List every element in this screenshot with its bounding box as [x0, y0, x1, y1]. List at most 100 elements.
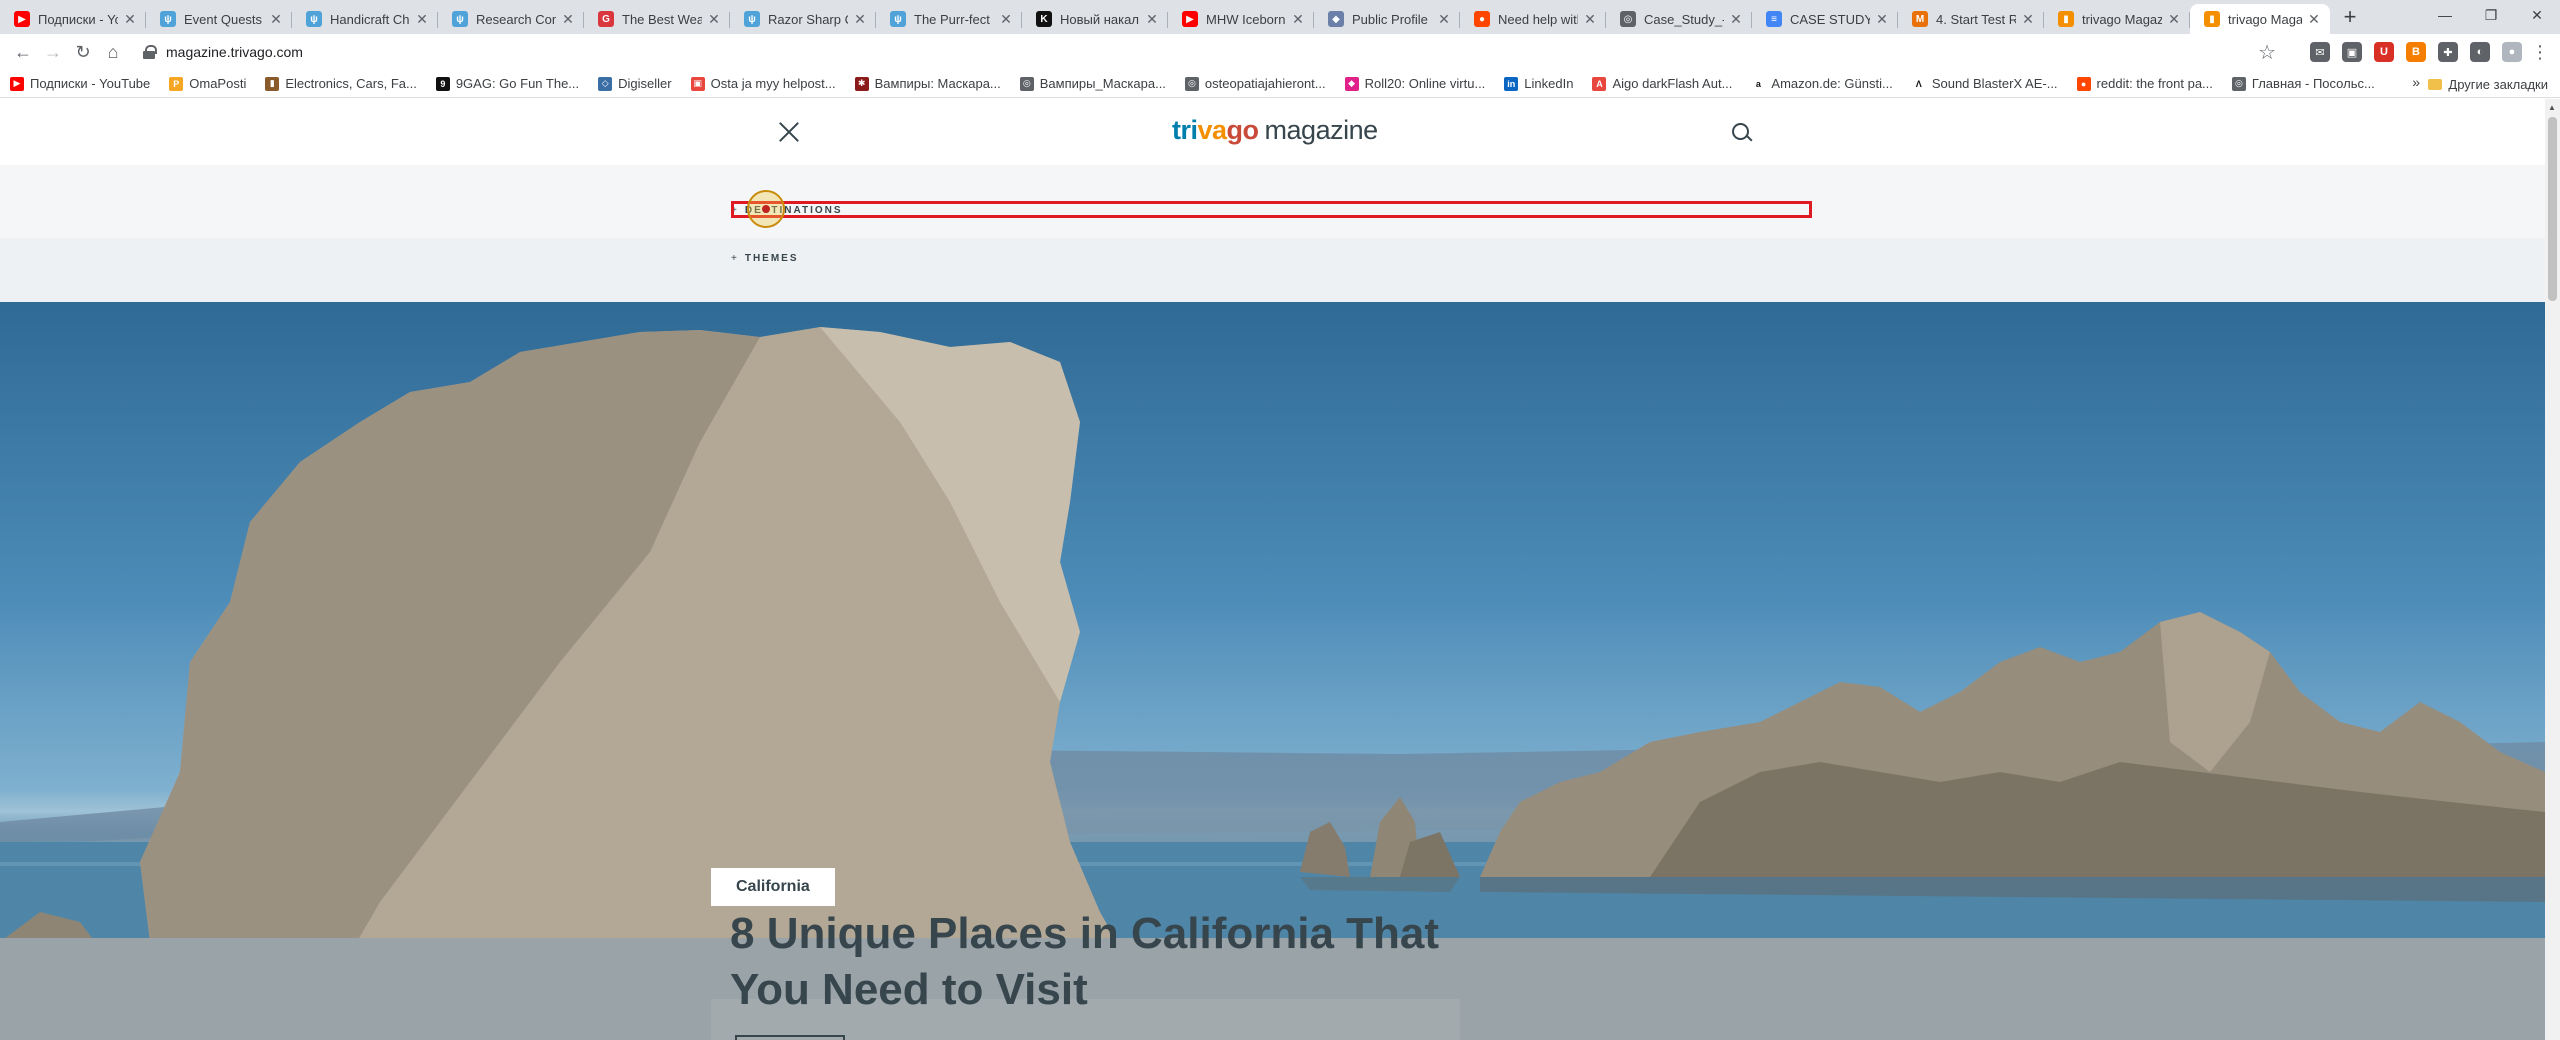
bag-icon: ◇	[598, 76, 613, 91]
minimize-button[interactable]: —	[2422, 0, 2468, 32]
other-bookmarks-label: Другие закладки	[2448, 76, 2548, 92]
tab-close-icon[interactable]: ✕	[706, 11, 722, 27]
blogger-ext-icon[interactable]: B	[2406, 42, 2426, 62]
tab-close-icon[interactable]: ✕	[560, 11, 576, 27]
bookmark-item[interactable]: a Amazon.de: Günsti...	[1751, 76, 1893, 91]
browser-tab[interactable]: ● Need help with ✕	[1460, 4, 1606, 34]
tab-title: The Purr-fect R	[914, 11, 994, 27]
scroll-up-arrow-icon[interactable]: ▲	[2548, 103, 2556, 112]
tab-close-icon[interactable]: ✕	[1728, 11, 1744, 27]
browser-tab[interactable]: ▮ trivago Magaz ✕	[2190, 4, 2330, 34]
tab-close-icon[interactable]: ✕	[2020, 11, 2036, 27]
tab-close-icon[interactable]: ✕	[1874, 11, 1890, 27]
browser-tab[interactable]: G The Best Weap✕	[584, 4, 730, 34]
browser-tab[interactable]: ψ Event Quests Li✕	[146, 4, 292, 34]
bookmarks-list: ▶ Подписки - YouTube P OmaPosti ▮ Electronics…	[10, 76, 2394, 91]
creative-icon: Λ	[1911, 76, 1926, 91]
lock-icon[interactable]	[142, 45, 157, 59]
trivago-magazine-logo[interactable]: trivago magazine	[1172, 115, 1378, 146]
bookmark-item[interactable]: ◇ Digiseller	[598, 76, 672, 91]
tab-title: CASE STUDY -	[1790, 11, 1870, 27]
tab-close-icon[interactable]: ✕	[1436, 11, 1452, 27]
bookmark-item[interactable]: Λ Sound BlasterX AE-...	[1911, 76, 2058, 91]
linkedin-icon: in	[1504, 76, 1519, 91]
tab-title: Handicraft Cha	[330, 11, 410, 27]
close-menu-icon[interactable]	[777, 120, 801, 144]
9gag-icon: 9	[435, 76, 450, 91]
bookmark-item[interactable]: ◆ Roll20: Online virtu...	[1344, 76, 1485, 91]
browser-tab[interactable]: ψ Research Comm✕	[438, 4, 584, 34]
bookmark-item[interactable]: ▶ Подписки - YouTube	[10, 76, 150, 91]
tab-close-icon[interactable]: ✕	[268, 11, 284, 27]
bookmark-item[interactable]: ◎ Главная - Посольс...	[2231, 76, 2375, 91]
bookmark-item[interactable]: ◎ Вампиры_Маскара...	[1019, 76, 1166, 91]
tab-title: Case_Study_-C	[1644, 11, 1724, 27]
article-title[interactable]: 8 Unique Places in California That You N…	[730, 906, 1510, 1018]
bookmark-item[interactable]: ▮ Electronics, Cars, Fa...	[265, 76, 417, 91]
browser-tab[interactable]: K Новый накал в✕	[1022, 4, 1168, 34]
image-ext-icon[interactable]: ▣	[2342, 42, 2362, 62]
tab-close-icon[interactable]: ✕	[852, 11, 868, 27]
reddit-icon: ●	[1474, 11, 1490, 27]
profile-ext-icon[interactable]: ◐	[2470, 42, 2490, 62]
read-more-button[interactable]	[735, 1035, 845, 1040]
tab-close-icon[interactable]: ✕	[1144, 11, 1160, 27]
tori-icon: ▣	[690, 76, 705, 91]
avatar-ext-icon[interactable]: ●	[2502, 42, 2522, 62]
bookmark-label: Вампиры: Маскара...	[874, 76, 1001, 91]
tab-title: Research Comm	[476, 11, 556, 27]
forward-button[interactable]: →	[38, 37, 68, 67]
browser-tab[interactable]: ◆ Public Profile S ✕	[1314, 4, 1460, 34]
bookmark-item[interactable]: P OmaPosti	[169, 76, 246, 91]
reload-button[interactable]: ↻	[68, 37, 98, 67]
browser-menu-icon[interactable]: ⋮	[2528, 42, 2552, 63]
tab-close-icon[interactable]: ✕	[998, 11, 1014, 27]
mail-ext-icon[interactable]: ✉	[2310, 42, 2330, 62]
back-button[interactable]: ←	[8, 37, 38, 67]
bookmarks-overflow-button[interactable]: »	[2412, 74, 2420, 90]
tab-close-icon[interactable]: ✕	[414, 11, 430, 27]
address-bar[interactable]: magazine.trivago.com ☆	[134, 38, 2294, 66]
new-tab-button[interactable]: +	[2336, 4, 2364, 32]
menu-item-themes[interactable]: + THEMES	[731, 253, 799, 264]
bookmark-star-icon[interactable]: ☆	[2258, 40, 2276, 65]
tab-title: trivago Magaz	[2228, 11, 2302, 27]
bookmark-item[interactable]: ▣ Osta ja myy helpost...	[690, 76, 836, 91]
bookmark-label: Подписки - YouTube	[30, 76, 151, 91]
tab-close-icon[interactable]: ✕	[122, 11, 138, 27]
browser-tab[interactable]: ▮ trivago Magaz ✕	[2044, 4, 2190, 34]
fandom-icon: ψ	[160, 11, 176, 27]
browser-tab[interactable]: ψ Razor Sharp Ch✕	[730, 4, 876, 34]
bookmark-item[interactable]: ◎ osteopatiajahieront...	[1184, 76, 1326, 91]
search-icon[interactable]	[1732, 123, 1754, 145]
fandom-icon: ψ	[452, 11, 468, 27]
browser-tab[interactable]: ψ Handicraft Cha ✕	[292, 4, 438, 34]
close-window-button[interactable]: ✕	[2514, 0, 2560, 32]
home-button[interactable]: ⌂	[98, 37, 128, 67]
bookmark-item[interactable]: A Aigo darkFlash Aut...	[1592, 76, 1732, 91]
scroll-thumb[interactable]	[2548, 117, 2557, 301]
puzzle-ext-icon[interactable]: ✚	[2438, 42, 2458, 62]
browser-tab[interactable]: M 4. Start Test Re✕	[1898, 4, 2044, 34]
tab-close-icon[interactable]: ✕	[1290, 11, 1306, 27]
tab-title: MHW Iceborne	[1206, 11, 1286, 27]
tab-close-icon[interactable]: ✕	[1582, 11, 1598, 27]
bookmark-item[interactable]: ✱ Вампиры: Маскара...	[854, 76, 1001, 91]
browser-tab[interactable]: ▶ MHW Iceborne ✕	[1168, 4, 1314, 34]
restore-button[interactable]: ❐	[2468, 0, 2514, 32]
bookmark-item[interactable]: in LinkedIn	[1504, 76, 1573, 91]
bookmark-item[interactable]: ● reddit: the front pa...	[2076, 76, 2213, 91]
other-bookmarks[interactable]: Другие закладки	[2428, 70, 2548, 98]
browser-tab[interactable]: ◎ Case_Study_-C✕	[1606, 4, 1752, 34]
adblock-ext-icon[interactable]: U	[2374, 42, 2394, 62]
tab-close-icon[interactable]: ✕	[2306, 11, 2322, 27]
url-text[interactable]: magazine.trivago.com	[166, 44, 2258, 60]
browser-tab[interactable]: ψ The Purr-fect R ✕	[876, 4, 1022, 34]
browser-tab[interactable]: ▶ Подписки - Yo ✕	[0, 4, 146, 34]
bookmark-item[interactable]: 9 9GAG: Go Fun The...	[435, 76, 579, 91]
category-tag[interactable]: California	[711, 868, 835, 906]
roll20-icon: ◆	[1344, 76, 1359, 91]
tab-close-icon[interactable]: ✕	[2166, 11, 2182, 27]
browser-tab[interactable]: ≡ CASE STUDY -✕	[1752, 4, 1898, 34]
page-scrollbar[interactable]: ▲	[2545, 99, 2560, 1040]
